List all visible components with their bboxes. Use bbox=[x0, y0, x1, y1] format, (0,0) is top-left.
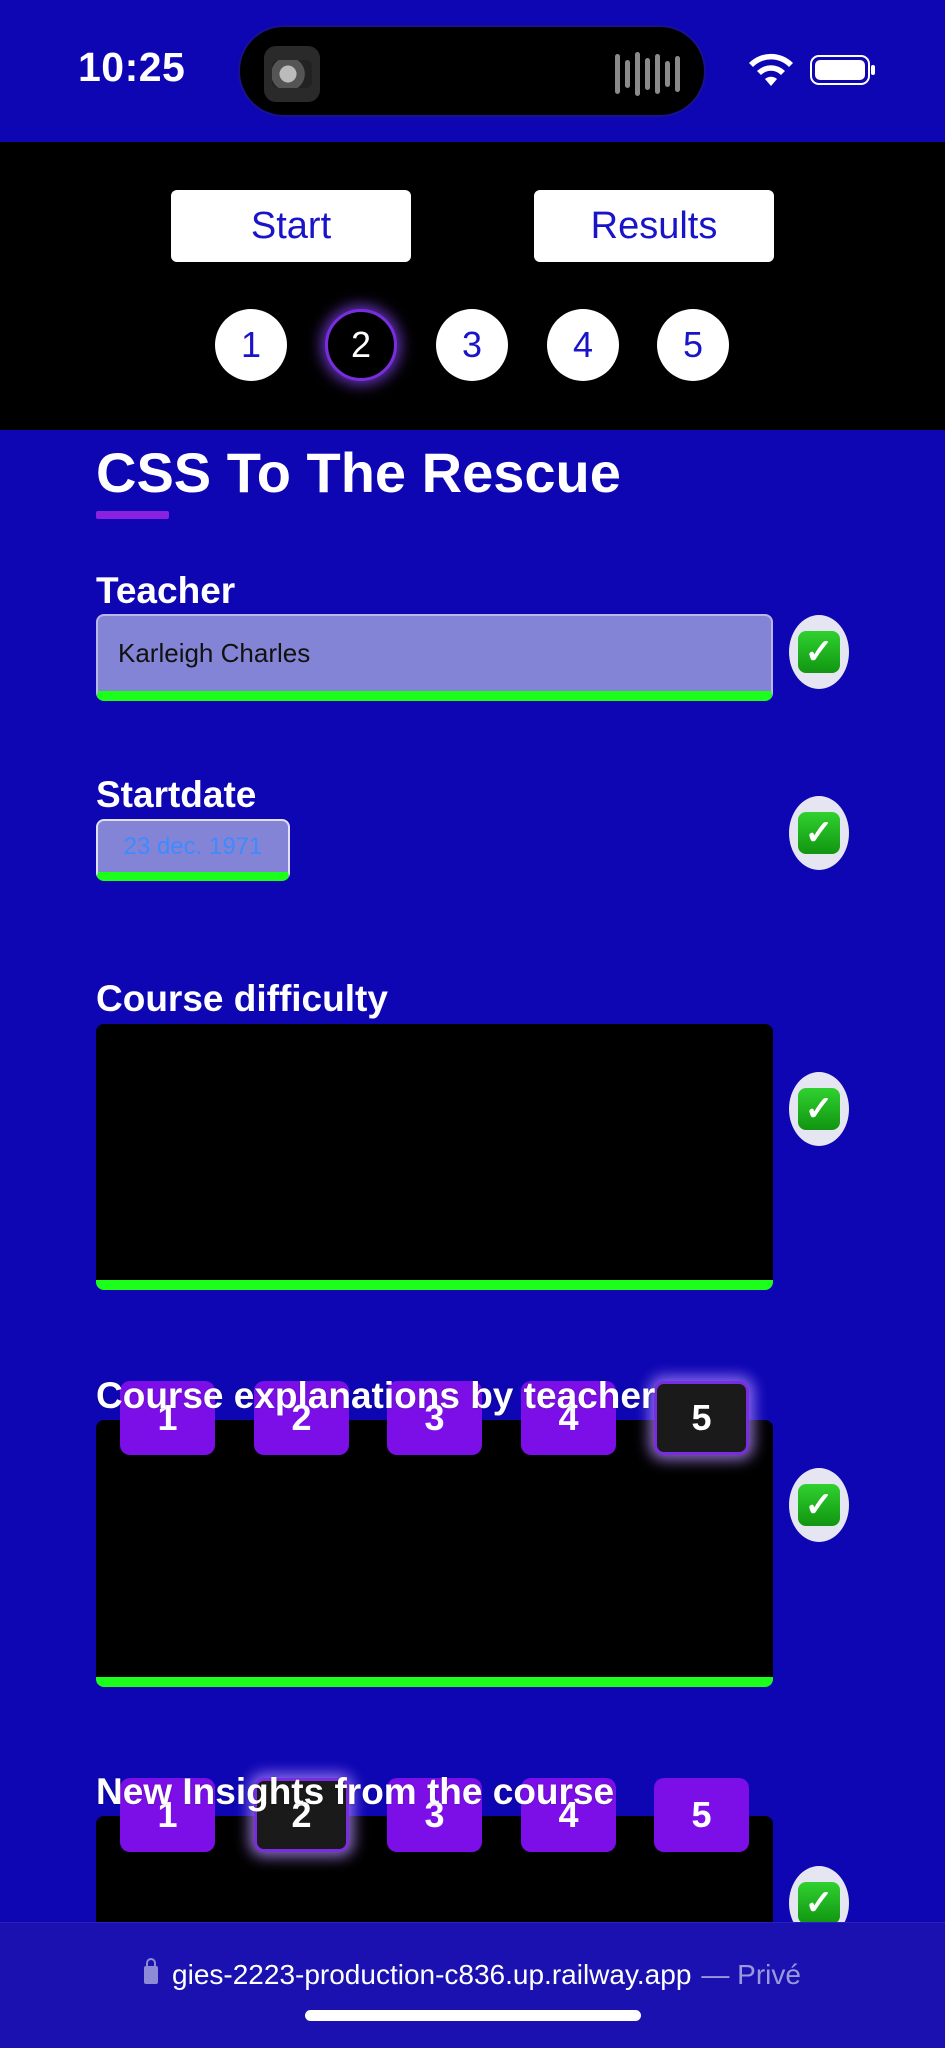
step-5-button[interactable]: 5 bbox=[657, 309, 729, 381]
audio-waveform-icon bbox=[615, 51, 680, 97]
check-icon: ✓ bbox=[789, 615, 849, 689]
dynamic-island[interactable] bbox=[238, 25, 706, 117]
title-underline bbox=[96, 511, 169, 519]
explanations-rating-field bbox=[96, 1420, 773, 1687]
step-2-button[interactable]: 2 bbox=[325, 309, 397, 381]
now-playing-artwork-icon bbox=[264, 46, 320, 102]
check-icon: ✓ bbox=[789, 796, 849, 870]
start-button[interactable]: Start bbox=[171, 190, 411, 262]
browser-url-bar[interactable]: gies-2223-production-c836.up.railway.app… bbox=[0, 1922, 945, 2048]
difficulty-label: Course difficulty bbox=[96, 978, 388, 1019]
difficulty-rating-field[interactable] bbox=[96, 1024, 773, 1290]
startdate-input[interactable]: 23 dec. 1971 bbox=[96, 819, 290, 881]
explanations-rating-5[interactable]: 5 bbox=[654, 1381, 749, 1455]
status-time: 10:25 bbox=[78, 44, 186, 90]
wifi-icon bbox=[749, 53, 793, 86]
results-button[interactable]: Results bbox=[534, 190, 774, 262]
battery-icon bbox=[810, 55, 875, 85]
check-icon: ✓ bbox=[789, 1072, 849, 1146]
check-icon: ✓ bbox=[789, 1468, 849, 1542]
home-indicator[interactable] bbox=[305, 2010, 641, 2021]
startdate-label: Startdate bbox=[96, 774, 257, 815]
step-4-button[interactable]: 4 bbox=[547, 309, 619, 381]
step-3-button[interactable]: 3 bbox=[436, 309, 508, 381]
explanations-label: Course explanations by teacher bbox=[96, 1375, 656, 1416]
top-navigation: Start Results 1 2 3 4 5 bbox=[0, 142, 945, 430]
lock-icon bbox=[144, 1958, 159, 1984]
step-1-button[interactable]: 1 bbox=[215, 309, 287, 381]
url-text: gies-2223-production-c836.up.railway.app bbox=[172, 1959, 692, 1990]
insights-rating-5[interactable]: 5 bbox=[654, 1778, 749, 1852]
private-label: — Privé bbox=[701, 1959, 801, 1990]
teacher-input[interactable]: Karleigh Charles bbox=[96, 614, 773, 701]
insights-label: New Insights from the course bbox=[96, 1771, 615, 1812]
page-title: CSS To The Rescue bbox=[96, 441, 621, 504]
status-bar: 10:25 bbox=[0, 0, 945, 142]
teacher-label: Teacher bbox=[96, 570, 236, 611]
